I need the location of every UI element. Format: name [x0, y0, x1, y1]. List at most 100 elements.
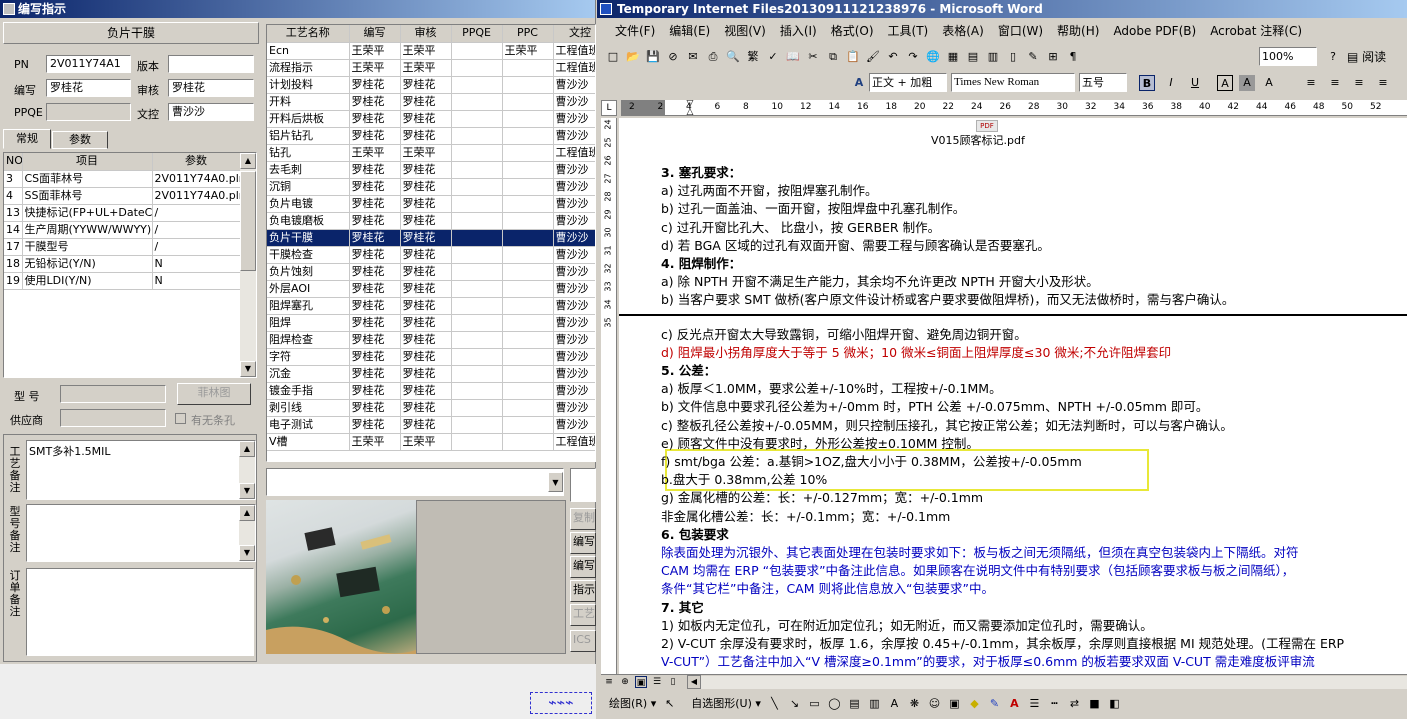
scroll-up-icon[interactable]: ▲ [240, 153, 256, 169]
diagram-icon[interactable]: ❋ [906, 696, 922, 712]
col-reviewer[interactable]: 审核 [400, 25, 452, 43]
pn-field[interactable]: 2V011Y74A1 [46, 55, 131, 73]
align-left-icon[interactable]: ≡ [1303, 75, 1319, 91]
side-button-5[interactable]: ICS [570, 630, 596, 652]
embedded-file-name[interactable]: V015顾客标记.pdf [931, 132, 1025, 148]
print-icon[interactable]: ⎙ [705, 49, 721, 65]
process-row[interactable]: 去毛刺 罗桂花 罗桂花 曹沙沙 [267, 161, 595, 179]
col-process-name[interactable]: 工艺名称 [267, 25, 350, 43]
line-style-icon[interactable]: ☰ [1026, 696, 1042, 712]
copy-icon[interactable]: ⧉ [825, 49, 841, 65]
open-icon[interactable]: 📂 [625, 49, 641, 65]
scroll-thumb[interactable] [240, 171, 256, 271]
normal-view-icon[interactable]: ≡ [603, 676, 615, 688]
process-row[interactable]: 计划投料 罗桂花 罗桂花 曹沙沙 [267, 76, 595, 94]
shadow-icon[interactable]: ■ [1086, 696, 1102, 712]
menu-item-5[interactable]: 工具(T) [888, 22, 929, 40]
read-button[interactable]: ▤ 阅读 [1347, 44, 1386, 70]
clipart-icon[interactable]: ☺ [926, 696, 942, 712]
process-combo[interactable] [266, 468, 564, 496]
style-select[interactable]: 正文 + 加粗 [869, 73, 947, 92]
tables-borders-icon[interactable]: ▦ [945, 49, 961, 65]
menu-item-8[interactable]: 帮助(H) [1057, 22, 1099, 40]
process-row[interactable]: V槽 王荣平 王荣平 工程值班 [267, 433, 595, 451]
side-button-2[interactable]: 编写 [570, 556, 596, 578]
drawing-menu[interactable]: 绘图(R) ▾ [609, 697, 656, 710]
version-field[interactable] [168, 55, 254, 73]
param-row[interactable]: 18 无铅标记(Y/N) N [4, 255, 241, 273]
param-row[interactable]: 17 干膜型号 / [4, 238, 241, 256]
erp-title-bar[interactable]: 编写指示 [0, 0, 595, 18]
scroll-down-icon[interactable]: ▼ [239, 545, 255, 561]
size-select[interactable]: 五号 [1079, 73, 1127, 92]
param-row[interactable]: 19 使用LDI(Y/N) N [4, 272, 241, 290]
font-select[interactable]: Times New Roman [951, 73, 1075, 92]
process-row[interactable]: 负片蚀刻 罗桂花 罗桂花 曹沙沙 [267, 263, 595, 281]
col-ppc[interactable]: PPC [502, 25, 554, 43]
tab-general[interactable]: 常规 [3, 129, 51, 149]
process-row[interactable]: 负片干膜 罗桂花 罗桂花 曹沙沙 [267, 229, 595, 247]
process-row[interactable]: 剥引线 罗桂花 罗桂花 曹沙沙 [267, 399, 595, 417]
drawing-icon[interactable]: ✎ [1025, 49, 1041, 65]
justify-icon[interactable]: ≡ [1375, 75, 1391, 91]
side-combo[interactable] [570, 468, 596, 502]
combo-dropdown-icon[interactable]: ▼ [548, 472, 563, 492]
model-field[interactable] [60, 385, 166, 403]
help-icon[interactable]: ? [1325, 49, 1341, 65]
save-icon[interactable]: 💾 [645, 49, 661, 65]
writer-field[interactable]: 罗桂花 [46, 79, 131, 97]
line-icon[interactable]: ╲ [766, 696, 782, 712]
param-row[interactable]: 3 CS面菲林号 2V011Y74A0.plr [4, 170, 241, 188]
col-ppqe[interactable]: PPQE [451, 25, 503, 43]
new-icon[interactable]: □ [605, 49, 621, 65]
hscroll-track[interactable] [701, 676, 1407, 689]
format-painter-icon[interactable]: 🖌 [865, 49, 881, 65]
font-color-icon[interactable]: A [1261, 75, 1277, 91]
doc-control-field[interactable]: 曹沙沙 [168, 103, 254, 121]
word-title-bar[interactable]: Temporary Internet Files2013091112123897… [597, 0, 1407, 18]
fill-color-icon[interactable]: ◆ [966, 696, 982, 712]
styles-icon[interactable]: A [851, 75, 867, 91]
bold-icon[interactable]: B [1139, 75, 1155, 91]
undo-icon[interactable]: ↶ [885, 49, 901, 65]
vertical-ruler[interactable]: 24 25 26 27 28 29 30 31 32 33 34 35 [601, 118, 617, 674]
arrow-icon[interactable]: ↘ [786, 696, 802, 712]
menu-item-6[interactable]: 表格(A) [942, 22, 984, 40]
ruler-corner[interactable]: L [601, 100, 617, 116]
cut-icon[interactable]: ✂ [805, 49, 821, 65]
indent-marker-icon[interactable]: ▽ △ [685, 100, 695, 115]
menu-item-4[interactable]: 格式(O) [831, 22, 874, 40]
col-writer[interactable]: 编写 [349, 25, 401, 43]
menu-item-1[interactable]: 编辑(E) [669, 22, 710, 40]
process-row[interactable]: 负片电镀 罗桂花 罗桂花 曹沙沙 [267, 195, 595, 213]
italic-icon[interactable]: I [1163, 75, 1179, 91]
scroll-down-icon[interactable]: ▼ [239, 483, 255, 499]
param-col-value[interactable]: 参数 [152, 153, 241, 171]
underline-icon[interactable]: U [1187, 75, 1203, 91]
reading-view-icon[interactable]: ▯ [667, 676, 679, 688]
side-button-1[interactable]: 编写 [570, 532, 596, 554]
menu-item-9[interactable]: Adobe PDF(B) [1113, 22, 1196, 40]
rectangle-icon[interactable]: ▭ [806, 696, 822, 712]
preview-icon[interactable]: 🔍 [725, 49, 741, 65]
select-objects-icon[interactable]: ↖ [662, 696, 678, 712]
param-row[interactable]: 4 SS面菲林号 2V011Y74A0.plr [4, 187, 241, 205]
align-right-icon[interactable]: ≡ [1351, 75, 1367, 91]
autoshapes-menu[interactable]: 自选图形(U) ▾ [691, 697, 761, 710]
print-view-icon[interactable]: ▣ [635, 676, 647, 688]
menu-item-10[interactable]: Acrobat 注释(C) [1210, 22, 1302, 40]
process-row[interactable]: 电子测试 罗桂花 罗桂花 曹沙沙 [267, 416, 595, 434]
process-row[interactable]: 字符 罗桂花 罗桂花 曹沙沙 [267, 348, 595, 366]
3d-icon[interactable]: ◧ [1106, 696, 1122, 712]
no-strip-checkbox[interactable] [175, 413, 186, 424]
wordart-icon[interactable]: A [886, 696, 902, 712]
char-border-icon[interactable]: A [1217, 75, 1233, 91]
tab-params[interactable]: 参数 [52, 131, 108, 149]
oval-icon[interactable]: ◯ [826, 696, 842, 712]
process-row[interactable]: Ecn 王荣平 王荣平 王荣平 工程值班 [267, 42, 595, 60]
align-center-icon[interactable]: ≡ [1327, 75, 1343, 91]
process-row[interactable]: 负电镀磨板 罗桂花 罗桂花 曹沙沙 [267, 212, 595, 230]
paste-icon[interactable]: 📋 [845, 49, 861, 65]
process-row[interactable]: 阻焊检查 罗桂花 罗桂花 曹沙沙 [267, 331, 595, 349]
supplier-field[interactable] [60, 409, 166, 427]
